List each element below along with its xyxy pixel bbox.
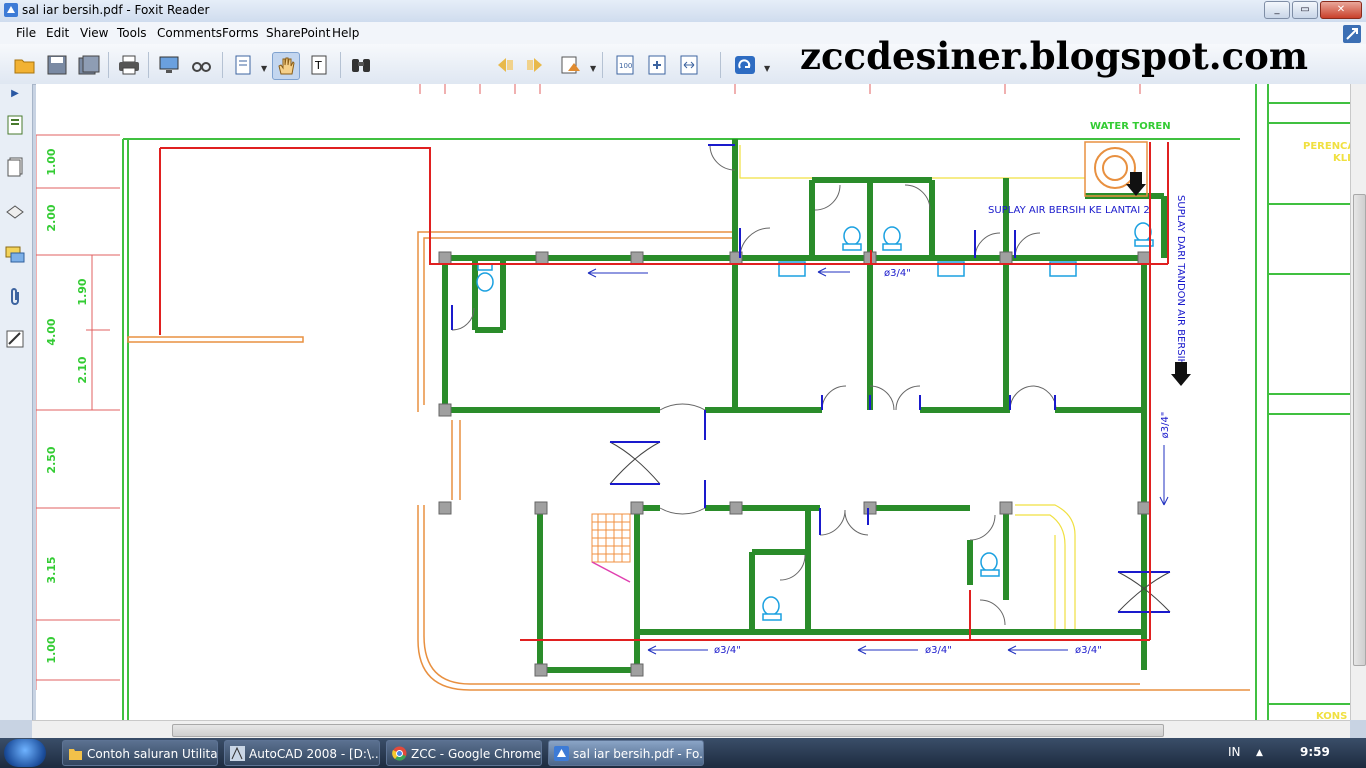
dim-left-2: 2.00 [45, 204, 58, 231]
dim-left-4: 2.50 [45, 446, 58, 473]
vertical-scroll-thumb[interactable] [1353, 194, 1366, 666]
tray-expand-icon[interactable]: ▲ [1256, 748, 1263, 758]
dim-left-1: 1.00 [45, 148, 58, 175]
glasses-icon[interactable] [188, 52, 214, 78]
watermark-text: zccdesiner.blogspot.com [800, 34, 1308, 78]
menu-tools[interactable]: Tools [117, 26, 147, 40]
save-as-icon[interactable] [76, 52, 102, 78]
monitor-icon[interactable] [156, 52, 182, 78]
menu-sharepoint[interactable]: SharePoint [266, 26, 330, 40]
find-next-icon[interactable] [522, 52, 548, 78]
expand-panel-icon[interactable]: ▶ [4, 86, 26, 100]
floor-plan-drawing: 1.00 2.00 4.00 2.50 3.15 1.00 1.90 2.10 [36, 84, 1350, 720]
foxit-icon [554, 746, 569, 761]
dim-right-2: 2.10 [76, 356, 89, 383]
save-icon[interactable] [44, 52, 70, 78]
minimize-button[interactable]: _ [1264, 1, 1290, 19]
menu-help[interactable]: Help [332, 26, 359, 40]
pages-icon[interactable] [4, 156, 26, 178]
svg-text:100: 100 [619, 62, 632, 70]
task-chrome-label: ZCC - Google Chrome [411, 747, 542, 761]
navigation-panel: ▶ [0, 84, 33, 720]
window-title: sal iar bersih.pdf - Foxit Reader [22, 3, 210, 17]
vertical-scrollbar[interactable] [1350, 84, 1366, 720]
title-block-text-3: KONS [1316, 711, 1347, 720]
task-foxit-label: sal iar bersih.pdf - Fo... [573, 747, 704, 761]
actual-size-icon[interactable]: 100 [612, 52, 638, 78]
pipe-label-3: ø3/4" [925, 645, 952, 656]
open-icon[interactable] [12, 52, 38, 78]
dim-left-5: 3.15 [45, 556, 58, 583]
suplay-lantai-label: SUPLAY AIR BERSIH KE LANTAI 2 [988, 205, 1150, 216]
dim-left-6: 1.00 [45, 636, 58, 663]
title-bar: sal iar bersih.pdf - Foxit Reader _ ▭ ✕ [0, 0, 1366, 23]
svg-text:T: T [314, 59, 322, 72]
hand-tool-icon[interactable] [272, 52, 300, 80]
layers-icon[interactable] [4, 200, 26, 222]
print-icon[interactable] [116, 52, 142, 78]
rotate-view-icon[interactable] [732, 52, 758, 78]
task-explorer-label: Contoh saluran Utilitas [87, 747, 218, 761]
dim-right-1: 1.90 [76, 278, 89, 305]
clock[interactable]: 9:59 [1300, 745, 1330, 759]
start-button[interactable] [4, 739, 46, 767]
find-previous-icon[interactable] [492, 52, 518, 78]
page-icon[interactable] [230, 52, 256, 78]
menu-edit[interactable]: Edit [46, 26, 69, 40]
comments-icon[interactable] [4, 244, 26, 266]
menu-file[interactable]: File [16, 26, 36, 40]
document-view[interactable]: 1.00 2.00 4.00 2.50 3.15 1.00 1.90 2.10 [36, 84, 1350, 720]
water-toren-label: WATER TOREN [1090, 121, 1171, 132]
task-explorer[interactable]: Contoh saluran Utilitas [62, 740, 218, 766]
pipe-label-5: ø3/4" [1160, 412, 1171, 439]
task-autocad-label: AutoCAD 2008 - [D:\... [249, 747, 380, 761]
title-block-text-2: KLI [1333, 153, 1350, 164]
foxit-app-icon [4, 3, 18, 17]
menu-comments[interactable]: Comments [157, 26, 222, 40]
pipe-label-1: ø3/4" [884, 268, 911, 279]
menu-view[interactable]: View [80, 26, 108, 40]
horizontal-scrollbar[interactable] [32, 720, 1350, 739]
fit-page-icon[interactable] [644, 52, 670, 78]
page-dropdown-caret[interactable]: ▼ [261, 64, 267, 73]
suplay-tandon-label: SUPLAY DARI TANDON AIR BERSIH [1175, 195, 1186, 366]
close-button[interactable]: ✕ [1320, 1, 1362, 19]
signature-icon[interactable] [4, 328, 26, 350]
select-text-icon[interactable]: T [306, 52, 332, 78]
bookmarks-icon[interactable] [4, 114, 26, 136]
autocad-icon [230, 746, 245, 761]
task-foxit[interactable]: sal iar bersih.pdf - Fo... [548, 740, 704, 766]
menu-forms[interactable]: Forms [222, 26, 258, 40]
folder-icon [69, 749, 82, 760]
task-chrome[interactable]: ZCC - Google Chrome [386, 740, 542, 766]
title-block-text-1: PERENCA [1303, 141, 1350, 152]
attachment-icon[interactable] [4, 286, 26, 308]
language-indicator[interactable]: IN [1228, 745, 1241, 759]
task-autocad[interactable]: AutoCAD 2008 - [D:\... [224, 740, 380, 766]
maximize-button[interactable]: ▭ [1292, 1, 1318, 19]
chrome-icon [392, 746, 407, 761]
fit-width-icon[interactable] [676, 52, 702, 78]
windows-taskbar: Contoh saluran Utilitas AutoCAD 2008 - [… [0, 738, 1366, 768]
annotation-dropdown-caret[interactable]: ▼ [590, 64, 596, 73]
restore-view-icon[interactable] [1342, 24, 1362, 44]
dim-left-3: 4.00 [45, 318, 58, 345]
annotation-icon[interactable] [558, 52, 584, 78]
pipe-label-2: ø3/4" [714, 645, 741, 656]
binoculars-icon[interactable] [348, 52, 374, 78]
horizontal-scroll-thumb[interactable] [172, 724, 1164, 737]
rotate-dropdown-caret[interactable]: ▼ [764, 64, 770, 73]
pipe-label-4: ø3/4" [1075, 645, 1102, 656]
